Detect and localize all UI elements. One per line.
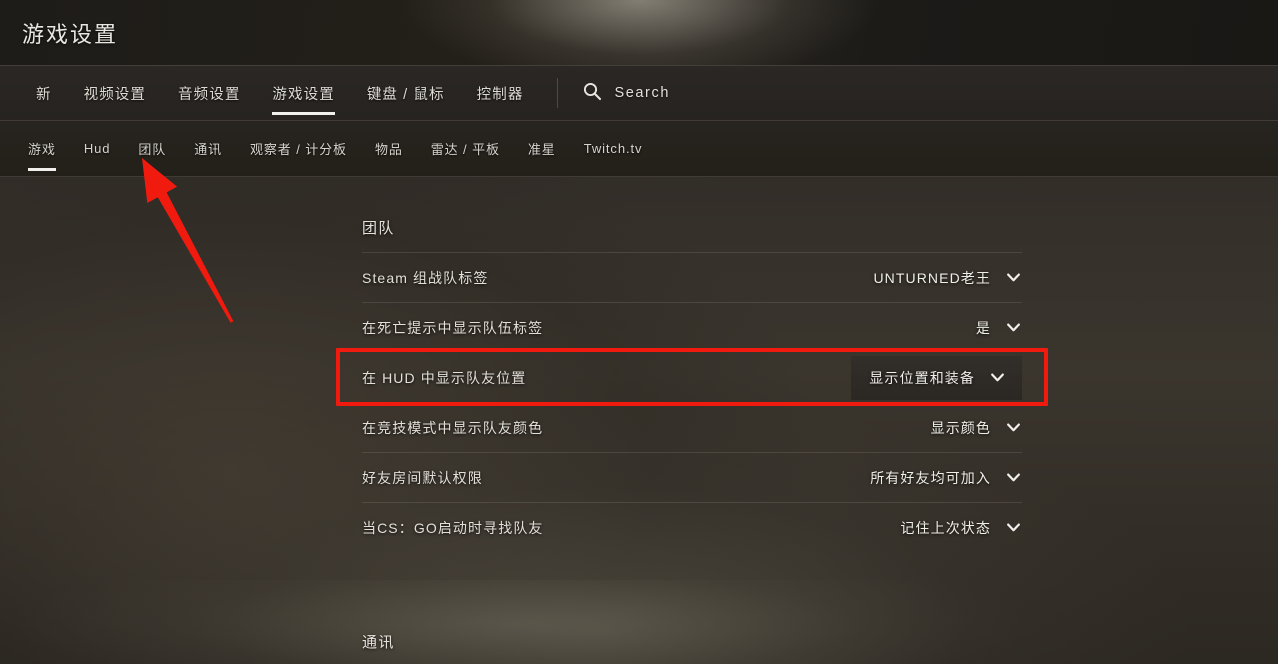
settings-row-list: Steam 组战队标签 UNTURNED老王在死亡提示中显示队伍标签 是在 HUD … — [362, 252, 1022, 552]
settings-row-dropdown[interactable]: 是 — [962, 306, 1022, 350]
nav-divider — [557, 78, 559, 108]
secondary-tab-1[interactable]: Hud — [70, 121, 125, 177]
chevron-down-icon — [1005, 319, 1022, 336]
section-title-team: 团队 — [362, 220, 395, 237]
settings-row[interactable]: 好友房间默认权限 所有好友均可加入 — [362, 452, 1022, 502]
secondary-nav: 游戏 Hud 团队 通讯 观察者 / 计分板 物品 雷达 / 平板 准星 Twitch.tv — [0, 121, 1278, 177]
section-title-comms: 通讯 — [362, 634, 395, 651]
secondary-tab-5[interactable]: 物品 — [361, 121, 417, 177]
settings-row-label: Steam 组战队标签 — [362, 269, 489, 286]
settings-row-label: 在 HUD 中显示队友位置 — [362, 369, 527, 386]
settings-screen: 游戏设置 新视频设置 音频设置 游戏设置 键盘 / 鼠标 控制器 Search 游戏 Hu… — [0, 0, 1278, 664]
settings-row-value: 所有好友均可加入 — [870, 469, 991, 486]
secondary-tab-0[interactable]: 游戏 — [14, 121, 70, 177]
secondary-tab-7[interactable]: 准星 — [514, 121, 570, 177]
settings-row-dropdown[interactable]: 所有好友均可加入 — [856, 456, 1022, 500]
team-settings-panel: 团队 Steam 组战队标签 UNTURNED老王在死亡提示中显示队伍标签 是在 H… — [362, 205, 1022, 552]
lower-glow-band — [0, 580, 1278, 664]
settings-row[interactable]: Steam 组战队标签 UNTURNED老王 — [362, 252, 1022, 302]
primary-tab-5[interactable]: 控制器 — [461, 65, 540, 121]
primary-tab-2[interactable]: 音频设置 — [162, 65, 256, 121]
header-bar: 游戏设置 — [0, 0, 1278, 65]
search-button[interactable]: Search — [572, 65, 680, 121]
search-label: Search — [614, 85, 670, 101]
settings-row-value: 显示颜色 — [930, 419, 991, 436]
chevron-down-icon — [1005, 469, 1022, 486]
primary-nav: 新视频设置 音频设置 游戏设置 键盘 / 鼠标 控制器 Search — [0, 65, 1278, 121]
primary-tab-0[interactable]: 新 — [20, 65, 68, 121]
page-title: 游戏设置 — [22, 21, 119, 47]
settings-row-label: 在死亡提示中显示队伍标签 — [362, 319, 544, 336]
secondary-tab-3[interactable]: 通讯 — [180, 121, 236, 177]
settings-row-dropdown[interactable]: 记住上次状态 — [886, 506, 1022, 550]
chevron-down-icon — [1005, 419, 1022, 436]
settings-row-value: UNTURNED老王 — [873, 269, 991, 286]
search-icon — [582, 81, 602, 106]
secondary-tab-8[interactable]: Twitch.tv — [570, 121, 657, 177]
settings-row-dropdown[interactable]: UNTURNED老王 — [859, 256, 1022, 300]
settings-row-dropdown[interactable]: 显示位置和装备 — [851, 355, 1022, 400]
chevron-down-icon — [1005, 269, 1022, 286]
settings-row-value: 记住上次状态 — [900, 519, 991, 536]
settings-row-value: 是 — [975, 319, 991, 336]
settings-row[interactable]: 在死亡提示中显示队伍标签 是 — [362, 302, 1022, 352]
settings-row-value: 显示位置和装备 — [869, 369, 975, 386]
settings-row-label: 好友房间默认权限 — [362, 469, 483, 486]
settings-row-label: 当CS：GO启动时寻找队友 — [362, 519, 544, 536]
settings-row[interactable]: 在 HUD 中显示队友位置 显示位置和装备 — [362, 352, 1022, 402]
primary-tab-4[interactable]: 键盘 / 鼠标 — [351, 65, 461, 121]
primary-tab-1[interactable]: 视频设置 — [68, 65, 162, 121]
settings-content: 团队 Steam 组战队标签 UNTURNED老王在死亡提示中显示队伍标签 是在 H… — [0, 177, 1278, 552]
secondary-tab-4[interactable]: 观察者 / 计分板 — [236, 121, 361, 177]
settings-row-label: 在竞技模式中显示队友颜色 — [362, 419, 544, 436]
secondary-tab-2[interactable]: 团队 — [124, 121, 180, 177]
primary-tab-3[interactable]: 游戏设置 — [256, 65, 350, 121]
chevron-down-icon — [1005, 519, 1022, 536]
secondary-tab-6[interactable]: 雷达 / 平板 — [417, 121, 514, 177]
chevron-down-icon — [989, 369, 1006, 386]
settings-row[interactable]: 当CS：GO启动时寻找队友 记住上次状态 — [362, 502, 1022, 552]
settings-row[interactable]: 在竞技模式中显示队友颜色 显示颜色 — [362, 402, 1022, 452]
settings-row-dropdown[interactable]: 显示颜色 — [917, 406, 1022, 450]
